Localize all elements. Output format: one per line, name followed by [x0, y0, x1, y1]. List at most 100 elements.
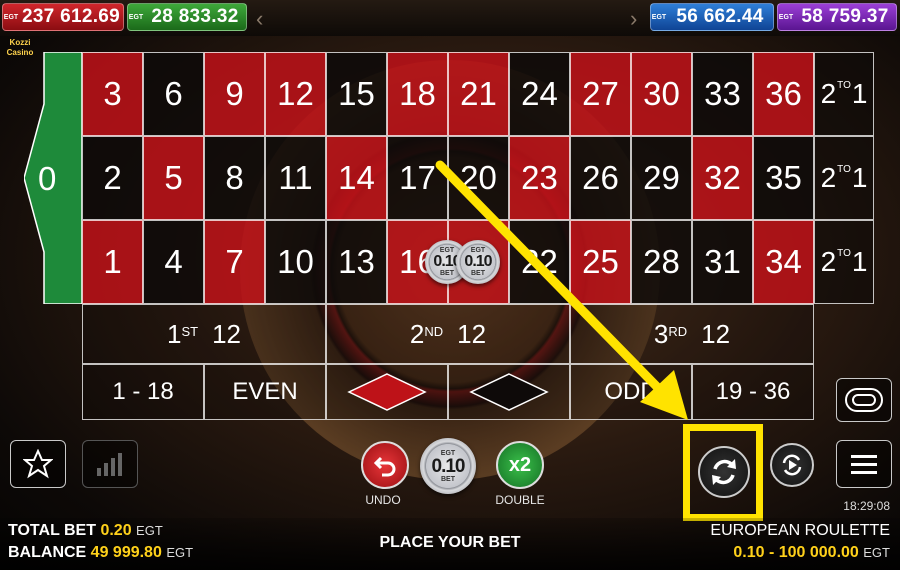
- chip-bet: BET: [471, 270, 485, 277]
- bet-dozen-3[interactable]: 3 RD 12: [570, 304, 814, 364]
- column-label: 2: [820, 162, 837, 193]
- bet-even-label: EVEN: [232, 378, 298, 405]
- bet-number-1[interactable]: 1: [82, 220, 143, 304]
- balance-unit: EGT: [166, 545, 194, 560]
- number-label: 25: [582, 243, 619, 280]
- balance-value: 49 999.80: [90, 544, 162, 561]
- bet-column-top[interactable]: 2 TO 1: [814, 52, 874, 136]
- statistics-button[interactable]: [82, 440, 138, 488]
- dozen-num: 12: [457, 318, 487, 349]
- chip-value: 0.10: [431, 455, 466, 477]
- bet-zero[interactable]: 0: [24, 52, 82, 304]
- dozen-sup: ND: [424, 323, 444, 339]
- autoplay-button[interactable]: [770, 443, 814, 487]
- bar-chart-icon: [97, 453, 122, 476]
- bet-red[interactable]: [326, 364, 448, 420]
- bet-number-25[interactable]: 25: [570, 220, 631, 304]
- bet-column-bot[interactable]: 2 TO 1: [814, 220, 874, 304]
- bet-number-18[interactable]: 18: [387, 52, 448, 136]
- jackpot-purple: EGT 58 759.37: [777, 3, 897, 31]
- number-label: 13: [338, 243, 375, 280]
- bet-number-29[interactable]: 29: [631, 136, 692, 220]
- number-label: 32: [704, 159, 741, 196]
- number-label: 28: [643, 243, 680, 280]
- bet-number-23[interactable]: 23: [509, 136, 570, 220]
- bet-number-36[interactable]: 36: [753, 52, 814, 136]
- bet-number-11[interactable]: 11: [265, 136, 326, 220]
- number-label: 1: [103, 243, 122, 280]
- bet-number-17[interactable]: 17: [387, 136, 448, 220]
- number-label: 35: [765, 159, 802, 196]
- number-label: 8: [225, 159, 244, 196]
- number-label: 22: [521, 243, 558, 280]
- bet-number-32[interactable]: 32: [692, 136, 753, 220]
- jackpot-red: EGT 237 612.69: [2, 3, 124, 31]
- total-bet-value: 0.20: [100, 522, 132, 539]
- number-label: 2: [103, 159, 122, 196]
- dozen-ord: 2: [409, 318, 425, 349]
- bet-number-20[interactable]: 20: [448, 136, 509, 220]
- double-button[interactable]: x2: [496, 441, 544, 489]
- bet-number-14[interactable]: 14: [326, 136, 387, 220]
- number-label: 3: [103, 75, 122, 112]
- bet-low[interactable]: 1 - 18: [82, 364, 204, 420]
- bet-limits-value: 0.10 - 100 000.00: [733, 544, 859, 561]
- placed-chip[interactable]: EGT 0.10 BET: [456, 240, 500, 284]
- number-label: 23: [521, 159, 558, 196]
- bet-number-27[interactable]: 27: [570, 52, 631, 136]
- bet-number-5[interactable]: 5: [143, 136, 204, 220]
- bet-high[interactable]: 19 - 36: [692, 364, 814, 420]
- bet-number-3[interactable]: 3: [82, 52, 143, 136]
- bet-number-13[interactable]: 13: [326, 220, 387, 304]
- bet-number-28[interactable]: 28: [631, 220, 692, 304]
- bet-dozen-2[interactable]: 2 ND 12: [326, 304, 570, 364]
- jackpot-green-value: 28 833.32: [151, 6, 239, 27]
- total-bet-label: TOTAL BET: [8, 522, 96, 539]
- dozen-ord: 1: [166, 318, 182, 349]
- bet-number-9[interactable]: 9: [204, 52, 265, 136]
- bet-number-7[interactable]: 7: [204, 220, 265, 304]
- total-bet: TOTAL BET 0.20 EGT: [8, 522, 163, 540]
- racetrack-button[interactable]: [836, 378, 892, 422]
- bet-odd[interactable]: ODD: [570, 364, 692, 420]
- bet-number-10[interactable]: 10: [265, 220, 326, 304]
- egt-logo-icon: EGT: [778, 13, 794, 21]
- total-bet-unit: EGT: [136, 523, 163, 538]
- bet-number-35[interactable]: 35: [753, 136, 814, 220]
- bet-number-6[interactable]: 6: [143, 52, 204, 136]
- undo-button[interactable]: [361, 441, 409, 489]
- bet-number-8[interactable]: 8: [204, 136, 265, 220]
- bet-dozen-1[interactable]: 1 ST 12: [82, 304, 326, 364]
- egt-logo-icon: EGT: [128, 13, 144, 21]
- bet-column-mid[interactable]: 2 TO 1: [814, 136, 874, 220]
- bet-even[interactable]: EVEN: [204, 364, 326, 420]
- bet-number-33[interactable]: 33: [692, 52, 753, 136]
- bet-number-24[interactable]: 24: [509, 52, 570, 136]
- egt-logo-icon: EGT: [651, 13, 667, 21]
- bet-number-12[interactable]: 12: [265, 52, 326, 136]
- bet-black[interactable]: [448, 364, 570, 420]
- bet-number-26[interactable]: 26: [570, 136, 631, 220]
- number-label: 36: [765, 75, 802, 112]
- bet-number-34[interactable]: 34: [753, 220, 814, 304]
- bet-number-4[interactable]: 4: [143, 220, 204, 304]
- bet-number-2[interactable]: 2: [82, 136, 143, 220]
- chip-selector[interactable]: EGT 0.10 BET: [420, 438, 476, 494]
- number-label: 11: [278, 159, 313, 196]
- bet-number-15[interactable]: 15: [326, 52, 387, 136]
- clock: 18:29:08: [843, 499, 890, 513]
- bet-limits: 0.10 - 100 000.00 EGT: [620, 544, 890, 562]
- bet-number-21[interactable]: 21: [448, 52, 509, 136]
- bet-number-30[interactable]: 30: [631, 52, 692, 136]
- number-label: 6: [164, 75, 183, 112]
- number-label: 4: [164, 243, 183, 280]
- chip-bet: BET: [440, 270, 454, 277]
- bet-number-22[interactable]: 22: [509, 220, 570, 304]
- menu-button[interactable]: [836, 440, 892, 488]
- favorites-button[interactable]: [10, 440, 66, 488]
- bet-limits-unit: EGT: [863, 545, 890, 560]
- bet-odd-label: ODD: [604, 378, 658, 405]
- bet-number-31[interactable]: 31: [692, 220, 753, 304]
- column-to: TO: [837, 247, 851, 259]
- number-label: 7: [225, 243, 244, 280]
